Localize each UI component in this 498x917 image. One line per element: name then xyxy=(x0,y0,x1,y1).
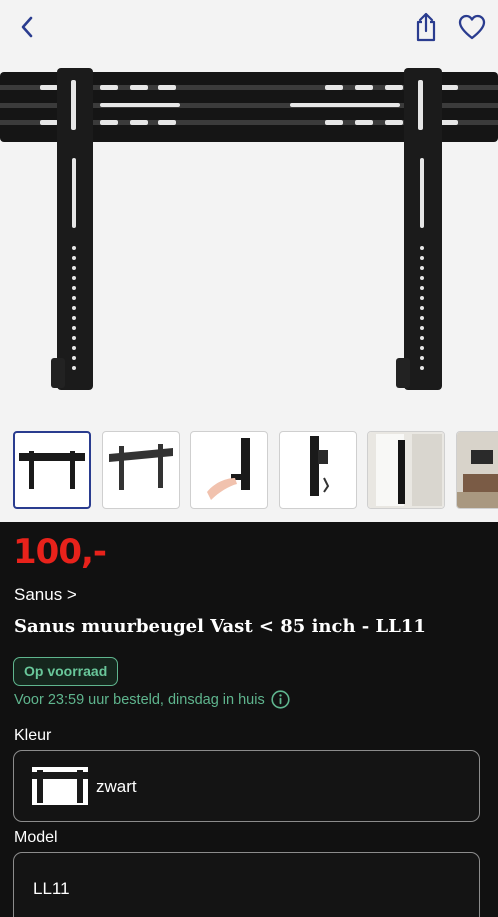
color-value: zwart xyxy=(96,777,137,796)
stock-badge: Op voorraad xyxy=(13,657,119,686)
product-gallery xyxy=(0,0,498,522)
model-value: LL11 xyxy=(33,879,70,898)
thumbnail-5[interactable] xyxy=(367,431,445,509)
model-label: Model xyxy=(14,829,58,846)
product-title: Sanus muurbeugel Vast < 85 inch - LL11 xyxy=(14,616,426,637)
share-button[interactable] xyxy=(410,10,442,44)
model-selector[interactable]: LL11 xyxy=(13,852,480,917)
thumbnail-3[interactable] xyxy=(190,431,268,509)
share-icon xyxy=(416,12,436,42)
heart-icon xyxy=(458,14,486,40)
favorite-button[interactable] xyxy=(455,10,489,44)
chevron-left-icon xyxy=(21,16,33,38)
brand-link[interactable]: Sanus > xyxy=(14,585,77,605)
thumbnail-2[interactable] xyxy=(102,431,180,509)
color-swatch-thumbnail xyxy=(32,767,88,805)
color-selector[interactable]: zwart xyxy=(13,750,480,822)
price: 100,- xyxy=(13,532,107,572)
hero-product-image[interactable] xyxy=(0,58,498,408)
info-icon[interactable] xyxy=(271,690,290,709)
thumbnail-6[interactable] xyxy=(456,431,498,509)
delivery-text: Voor 23:59 uur besteld, dinsdag in huis xyxy=(14,691,265,708)
delivery-info: Voor 23:59 uur besteld, dinsdag in huis xyxy=(14,690,290,709)
thumbnail-1[interactable] xyxy=(13,431,91,509)
thumbnail-strip xyxy=(0,431,498,511)
thumbnail-4[interactable] xyxy=(279,431,357,509)
color-label: Kleur xyxy=(14,727,52,744)
back-button[interactable] xyxy=(12,12,42,42)
